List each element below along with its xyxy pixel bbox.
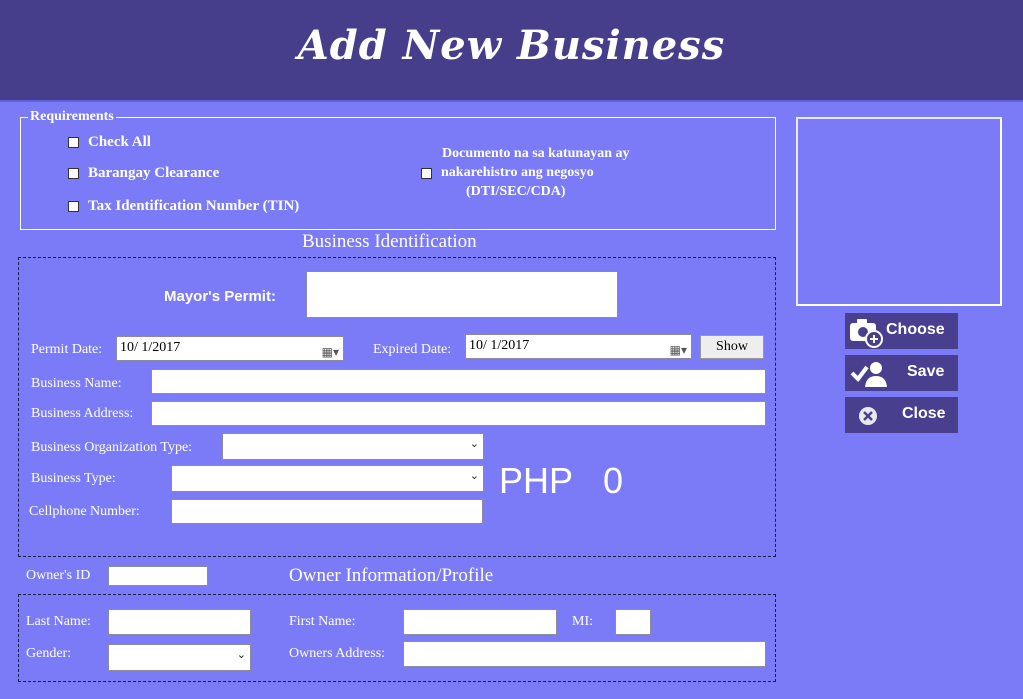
dti-label-line3: (DTI/SEC/CDA) [466,184,566,199]
business-type-label: Business Type: [31,471,116,486]
choose-button-label: Choose [886,321,945,338]
php-amount: 0 [603,460,624,501]
mayors-permit-label: Mayor's Permit: [164,288,276,305]
user-check-icon [849,357,889,394]
permit-date-value: 10/ 1/2017 [120,340,181,355]
business-name-label: Business Name: [31,376,122,391]
mi-input[interactable] [615,609,651,635]
header-divider [0,100,1023,102]
owner-id-label: Owner's ID [26,568,91,583]
dti-label-line1: Documento na sa katunayan ay [442,146,630,161]
close-button-label: Close [902,405,946,422]
page-title: Add New Business [297,22,726,69]
owners-address-input[interactable] [403,641,766,667]
cellphone-number-label: Cellphone Number: [29,504,140,519]
expired-date-label: Expired Date: [373,342,452,357]
business-org-type-label: Business Organization Type: [31,440,193,455]
business-org-type-select[interactable]: ⌄ [222,433,484,460]
first-name-label: First Name: [289,614,356,629]
php-currency: PHP [499,460,574,501]
dti-label-line2: nakarehistro ang negosyo [441,165,594,180]
show-button[interactable]: Show [700,335,764,359]
requirements-legend: Requirements [28,109,116,125]
check-all-label: Check All [88,134,151,150]
last-name-input[interactable] [108,609,251,635]
expired-date-picker[interactable]: 10/ 1/2017 ▦▾ [465,334,692,359]
last-name-label: Last Name: [26,614,91,629]
photo-preview [796,117,1002,306]
check-all-checkbox[interactable] [68,137,79,148]
camera-add-icon [848,315,886,354]
calendar-dropdown-icon[interactable]: ▦▾ [322,341,339,363]
gender-label: Gender: [26,646,72,661]
barangay-clearance-label: Barangay Clearance [88,165,220,181]
permit-date-picker[interactable]: 10/ 1/2017 ▦▾ [116,336,344,361]
permit-date-label: Permit Date: [31,342,103,357]
business-address-label: Business Address: [31,406,134,421]
business-address-input[interactable] [151,401,766,426]
owner-id-input[interactable] [108,566,208,586]
save-button[interactable]: Save [845,355,958,391]
owner-information-title: Owner Information/Profile [289,565,494,586]
tin-checkbox[interactable] [68,201,79,212]
choose-button[interactable]: Choose [845,313,958,349]
chevron-down-icon: ⌄ [236,648,246,661]
php-amount-display: PHP 0 [499,460,623,502]
chevron-down-icon: ⌄ [469,437,479,450]
chevron-down-icon: ⌄ [469,469,479,482]
cellphone-number-input[interactable] [171,499,483,524]
save-button-label: Save [907,363,945,380]
barangay-clearance-checkbox[interactable] [68,168,79,179]
first-name-input[interactable] [403,609,557,635]
dti-checkbox[interactable] [421,168,432,179]
tin-label: Tax Identification Number (TIN) [88,198,300,214]
business-identification-title: Business Identification [302,231,477,252]
business-name-input[interactable] [151,369,766,394]
calendar-dropdown-icon[interactable]: ▦▾ [670,339,687,361]
close-icon [857,405,879,432]
mayors-permit-input[interactable] [306,271,618,318]
owners-address-label: Owners Address: [289,646,386,661]
business-type-select[interactable]: ⌄ [171,465,484,492]
expired-date-value: 10/ 1/2017 [469,338,530,353]
mi-label: MI: [572,614,593,629]
gender-select[interactable]: ⌄ [108,644,251,671]
close-button[interactable]: Close [845,397,958,433]
